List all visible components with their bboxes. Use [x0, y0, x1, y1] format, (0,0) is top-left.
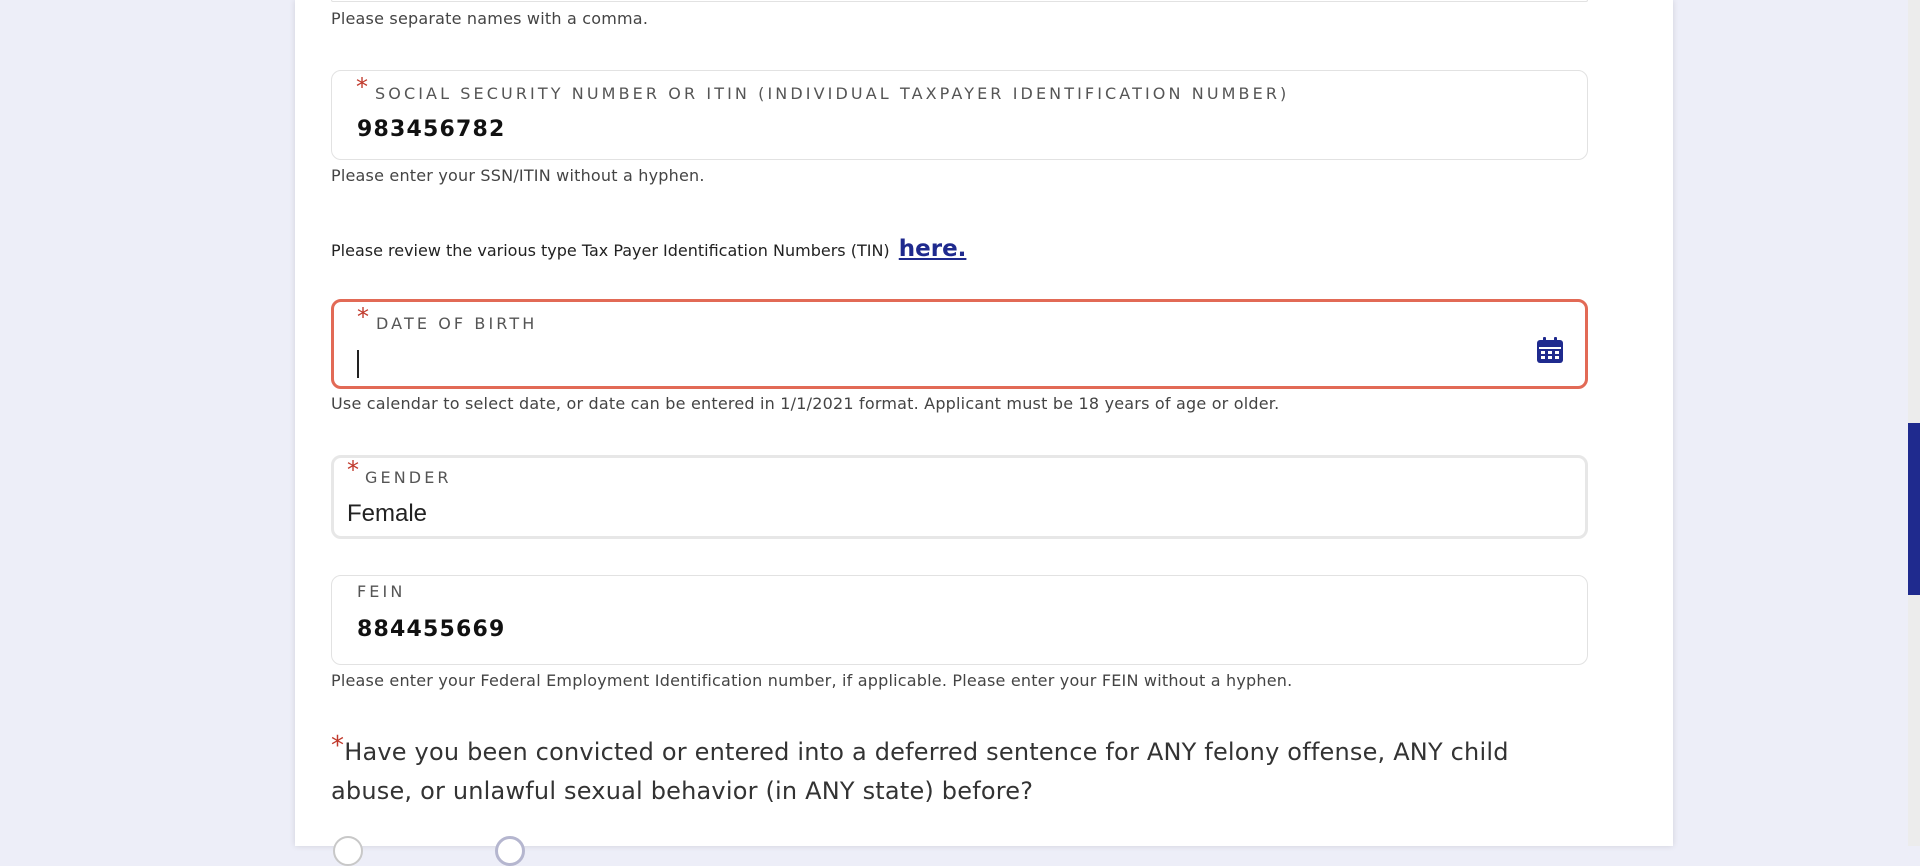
date-of-birth-help-text: Use calendar to select date, or date can… — [331, 394, 1280, 413]
ssn-field[interactable]: * SOCIAL SECURITY NUMBER OR ITIN (INDIVI… — [331, 70, 1588, 160]
scrollbar-thumb[interactable] — [1908, 423, 1920, 595]
date-of-birth-field[interactable]: * DATE OF BIRTH — [331, 299, 1588, 389]
tin-review-label: Please review the various type Tax Payer… — [331, 241, 890, 260]
required-marker: * — [357, 303, 369, 331]
previous-field-border — [331, 0, 1588, 2]
tin-review-link[interactable]: here. — [899, 236, 967, 262]
gender-value[interactable]: Female — [347, 500, 427, 528]
fein-field[interactable]: FEIN 884455669 — [331, 575, 1588, 665]
ssn-input[interactable]: 983456782 — [357, 117, 506, 142]
radio-option-1[interactable] — [333, 836, 363, 866]
felony-question: *Have you been convicted or entered into… — [331, 733, 1591, 811]
fein-label: FEIN — [357, 582, 406, 601]
radio-option-2[interactable] — [495, 836, 525, 866]
ssn-label: SOCIAL SECURITY NUMBER OR ITIN (INDIVIDU… — [375, 84, 1290, 103]
felony-question-text: Have you been convicted or entered into … — [331, 738, 1509, 805]
fein-input[interactable]: 884455669 — [357, 617, 506, 642]
calendar-icon[interactable] — [1536, 336, 1564, 364]
names-help-text: Please separate names with a comma. — [331, 9, 649, 28]
tin-review-text: Please review the various type Tax Payer… — [331, 236, 966, 262]
date-of-birth-label: DATE OF BIRTH — [376, 314, 538, 333]
required-marker: * — [347, 456, 359, 484]
gender-select[interactable]: * GENDER Female — [331, 455, 1588, 539]
required-marker: * — [331, 731, 345, 761]
ssn-help-text: Please enter your SSN/ITIN without a hyp… — [331, 166, 705, 185]
required-marker: * — [356, 73, 368, 101]
text-cursor — [357, 350, 359, 378]
gender-label: GENDER — [365, 468, 452, 487]
fein-help-text: Please enter your Federal Employment Ide… — [331, 671, 1293, 690]
